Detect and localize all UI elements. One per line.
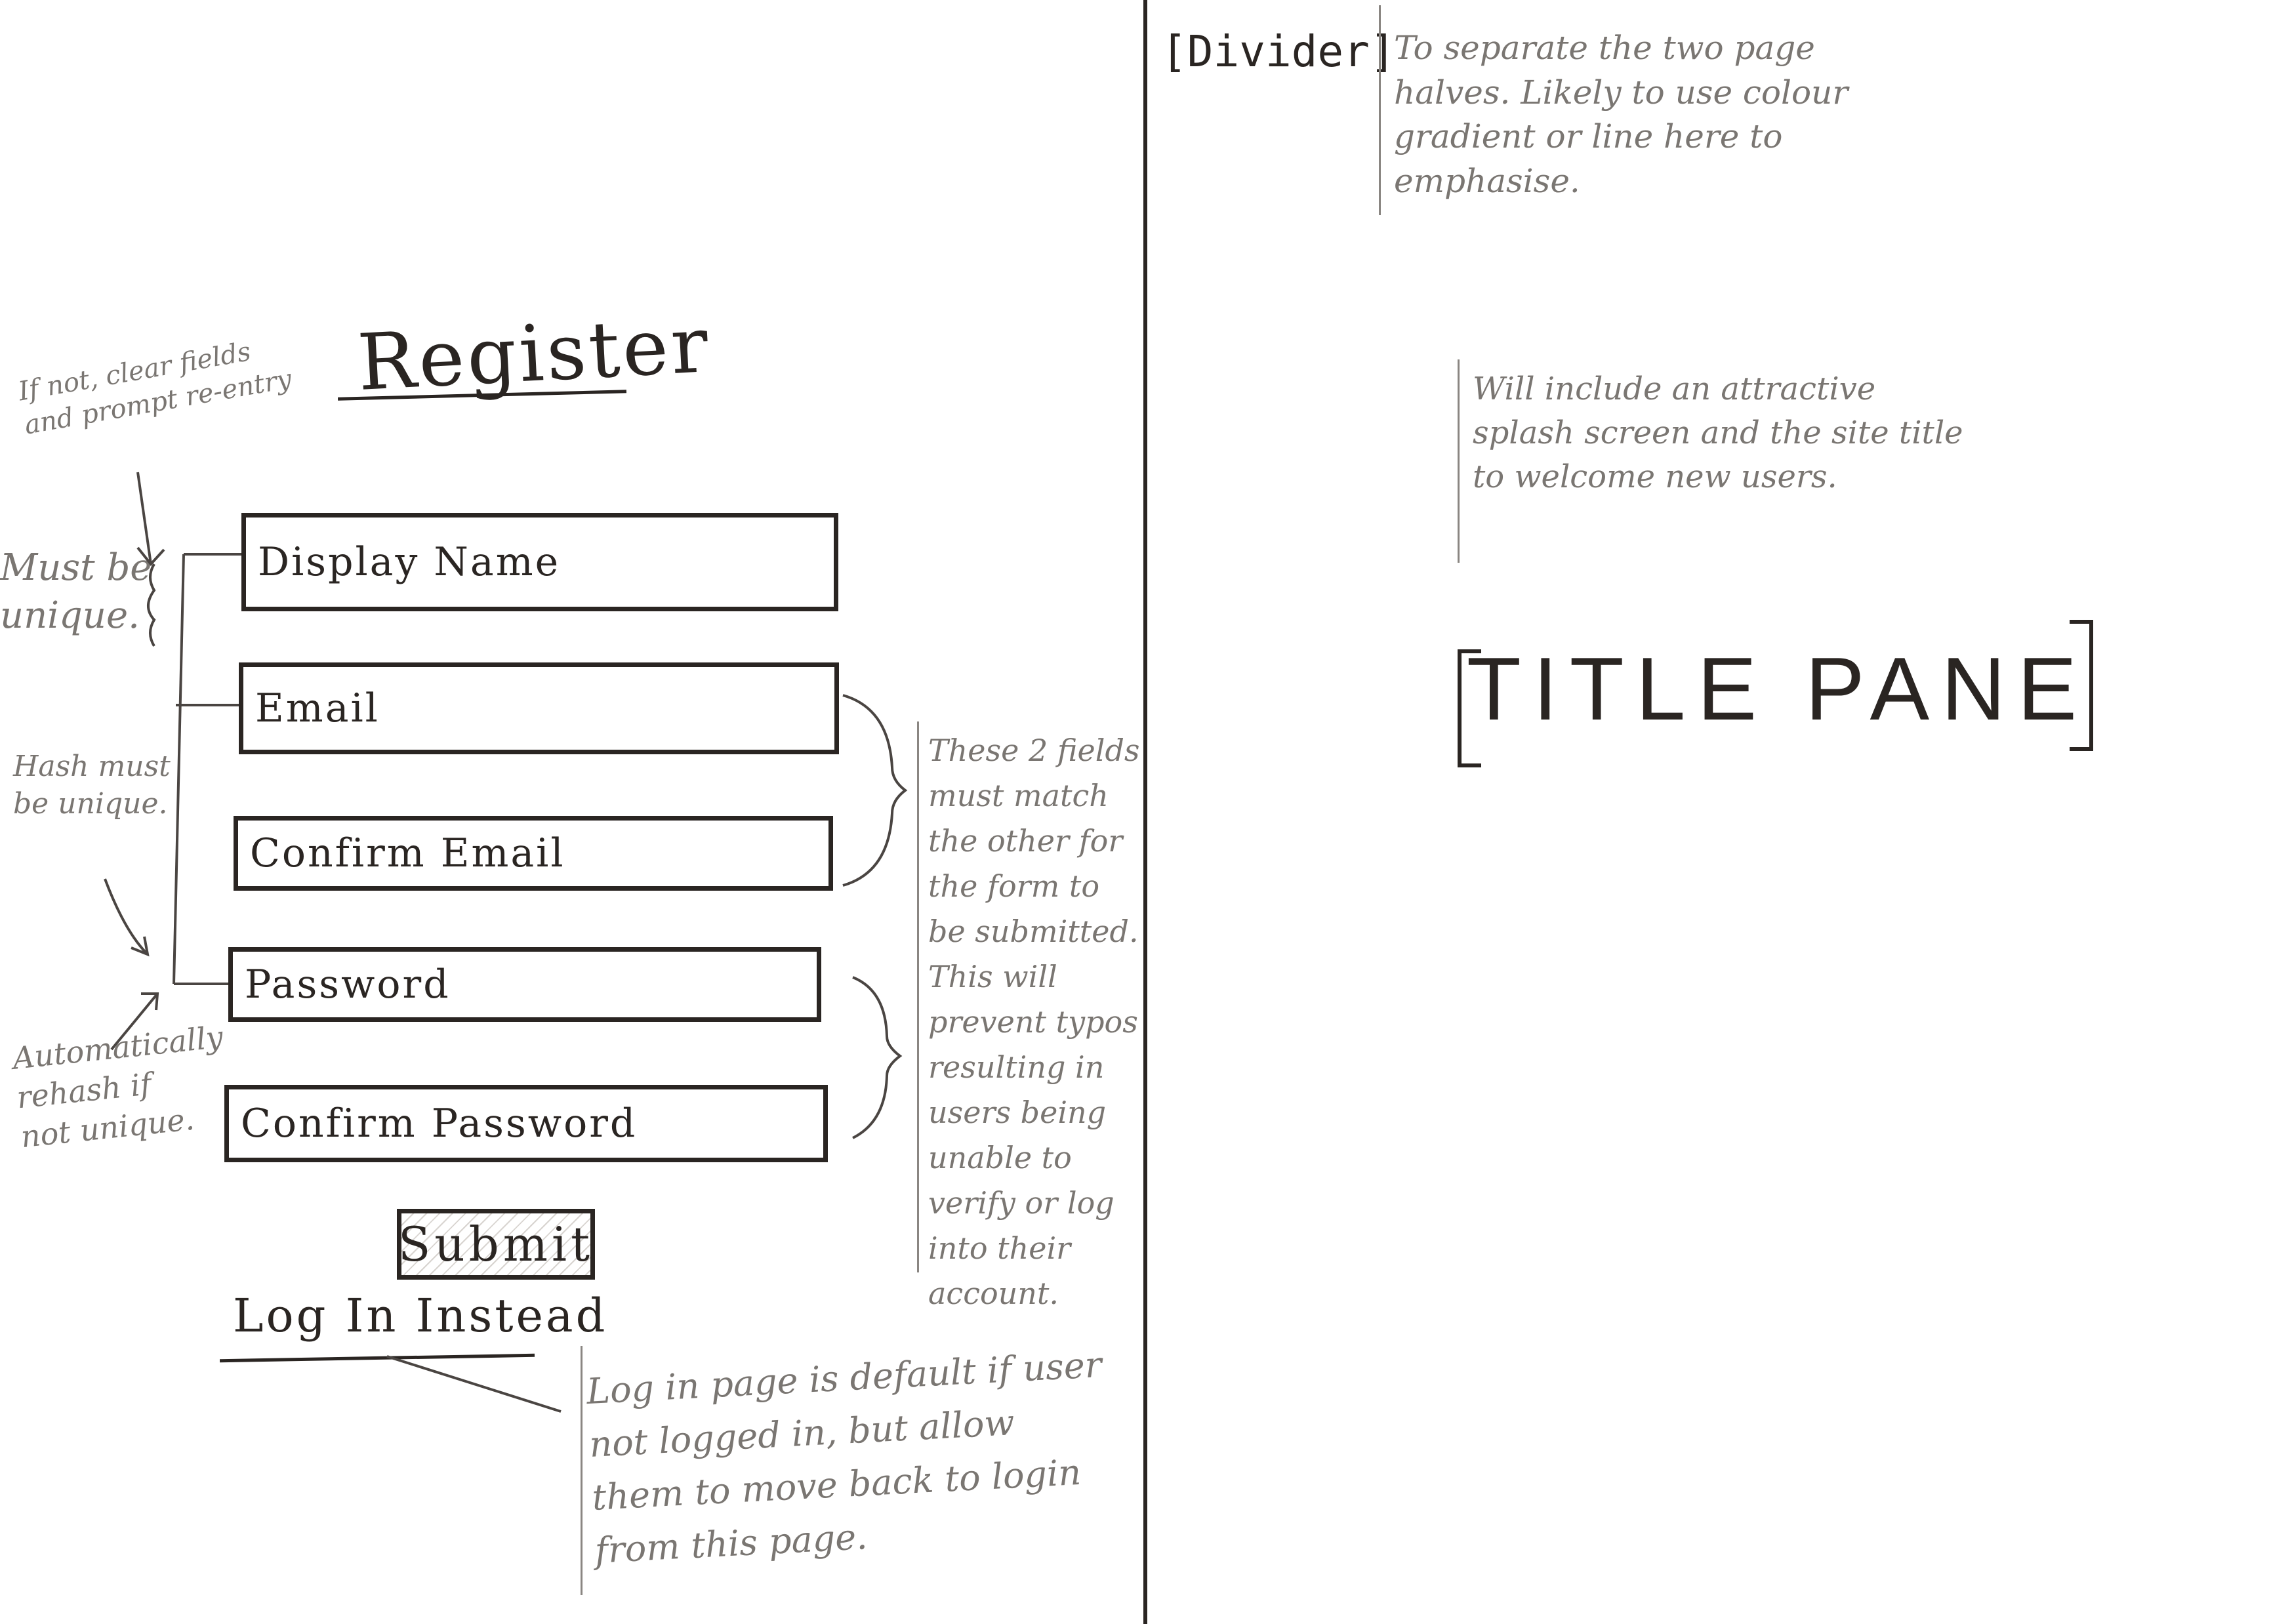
login-link-underline (219, 1353, 535, 1363)
login-instead-link[interactable]: Log In Instead (233, 1289, 607, 1343)
splash-screen-note: Will include an attractive splash screen… (1473, 371, 1963, 496)
field-connector-lines (173, 553, 241, 985)
submit-label: Submit (398, 1217, 594, 1272)
note-hash-unique: Hash must be unique. (13, 750, 171, 821)
divider-note-bar (1379, 5, 1381, 215)
note-login-bar (581, 1346, 583, 1595)
divider-tag: [Divider] (1161, 26, 1396, 77)
email-match-brace (842, 694, 908, 887)
note-match-bar (917, 721, 919, 1272)
password-label: Password (245, 962, 451, 1007)
display-name-label: Display Name (258, 539, 561, 585)
confirm-password-label: Confirm Password (241, 1101, 638, 1147)
note-clear-fields: If not, clear fields and prompt re-entry (16, 336, 295, 441)
email-label: Email (255, 685, 380, 731)
login-note-pointer (386, 1355, 562, 1413)
password-match-brace (852, 976, 903, 1139)
submit-button[interactable]: Submit (397, 1209, 595, 1280)
note-must-be-unique: Must be unique. (0, 546, 152, 637)
splash-note-bar (1458, 359, 1460, 563)
note-login-default: Log in page is default if user not logge… (585, 1343, 1103, 1572)
title-pane-label: TITLE PANE (1466, 639, 2089, 739)
note-fields-must-match: These 2 fields must match the other for … (928, 733, 1140, 1311)
password-field[interactable]: Password (228, 947, 821, 1022)
display-name-field[interactable]: Display Name (241, 513, 838, 611)
confirm-email-field[interactable]: Confirm Email (234, 816, 833, 891)
confirm-email-label: Confirm Email (250, 830, 565, 876)
hash-arrow (104, 878, 150, 957)
divider-note: To separate the two page halves. Likely … (1394, 29, 1849, 200)
note-rehash: Automatically rehash if not unique. (10, 1019, 225, 1154)
confirm-password-field[interactable]: Confirm Password (224, 1085, 828, 1162)
title-pane: TITLE PANE (1456, 617, 2099, 761)
email-field[interactable]: Email (239, 662, 839, 754)
